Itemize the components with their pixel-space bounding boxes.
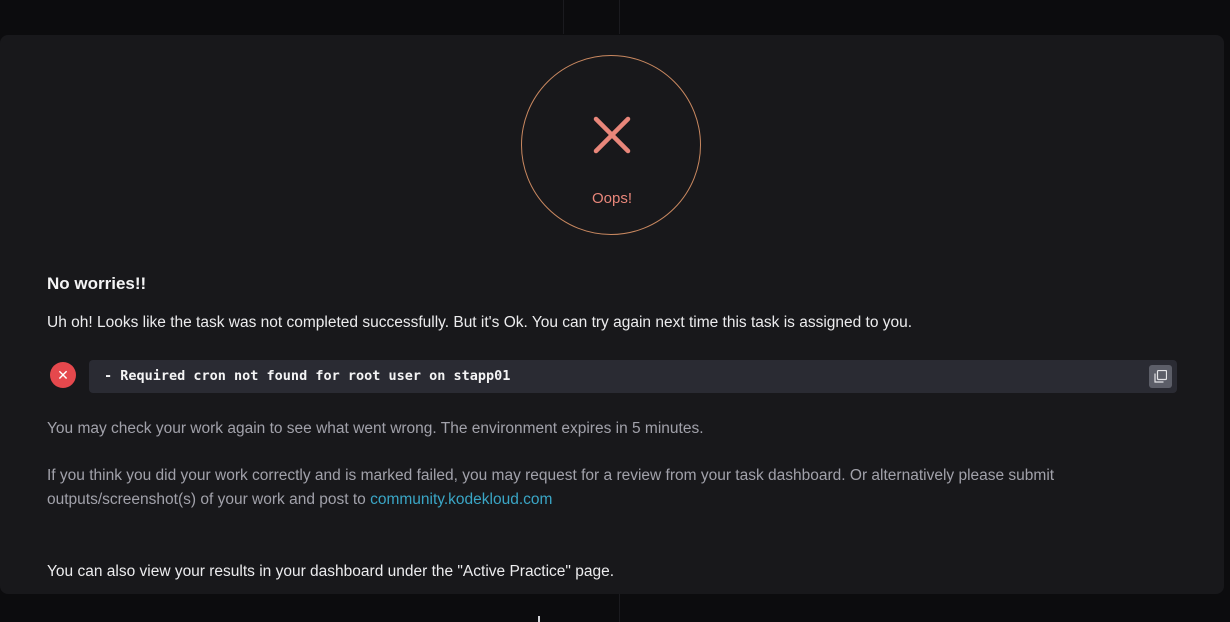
mouse-cursor <box>538 616 540 622</box>
dashboard-note: You can also view your results in your d… <box>47 563 615 580</box>
background-divider <box>619 594 620 622</box>
copy-button[interactable] <box>1149 365 1172 388</box>
error-x-icon: ✕ <box>50 362 76 388</box>
intro-text: Uh oh! Looks like the task was not compl… <box>47 314 913 331</box>
error-message: - Required cron not found for root user … <box>104 368 511 384</box>
task-result-dialog: Oops! No worries!! Uh oh! Looks like the… <box>0 35 1224 594</box>
community-link[interactable]: community.kodekloud.com <box>370 491 552 508</box>
review-paragraph: If you think you did your work correctly… <box>47 464 1127 512</box>
check-again-text: You may check your work again to see wha… <box>47 420 704 437</box>
x-mark-icon <box>593 116 631 154</box>
failure-status-ring: Oops! <box>521 55 701 235</box>
status-label: Oops! <box>591 190 633 207</box>
error-message-box: - Required cron not found for root user … <box>89 360 1177 393</box>
dialog-heading: No worries!! <box>47 274 147 293</box>
background-divider <box>563 0 564 34</box>
background-divider <box>619 0 620 34</box>
copy-icon <box>1154 370 1167 383</box>
